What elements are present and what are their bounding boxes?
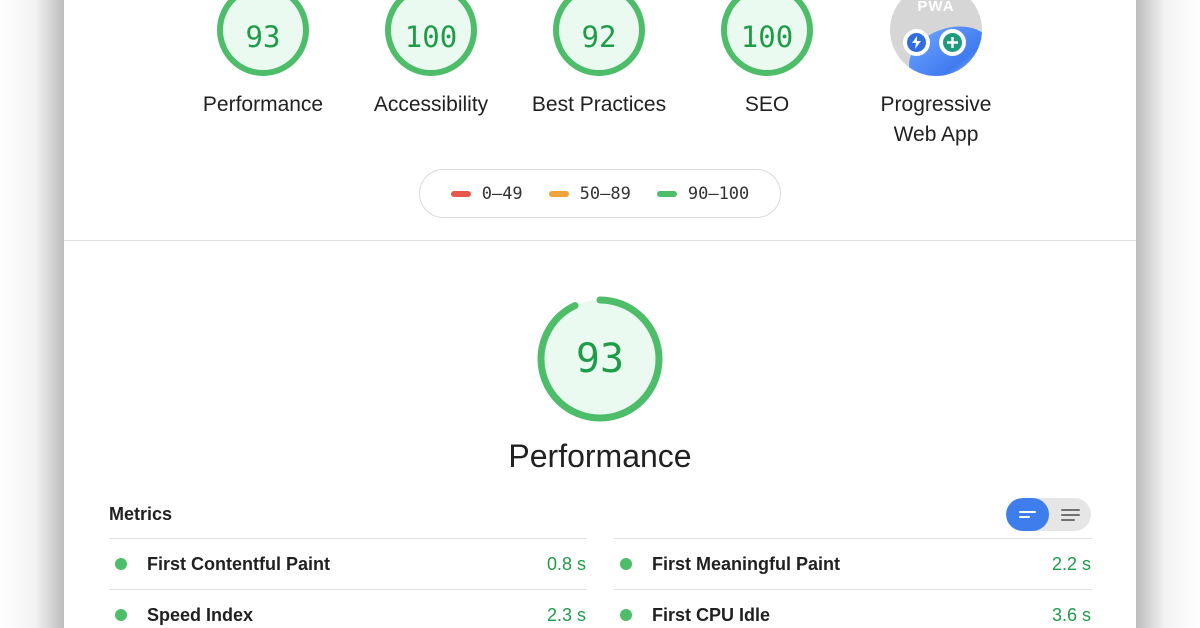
metric-row[interactable]: Speed Index 2.3 s <box>109 589 587 628</box>
legend-range: 0–49 <box>481 183 523 204</box>
gauge-accessibility[interactable]: 100 Accessibility <box>356 0 506 120</box>
metrics-heading: Metrics <box>109 504 173 524</box>
gauge-score: 100 <box>721 0 813 76</box>
metric-name: First Contentful Paint <box>147 553 330 574</box>
gauge-seo[interactable]: 100 SEO <box>692 0 842 120</box>
metric-row[interactable]: First CPU Idle 3.6 s <box>614 589 1092 628</box>
pass-indicator-icon <box>620 558 632 570</box>
gauge-score: 93 <box>217 0 309 76</box>
pwa-label-line2: Web App <box>893 123 979 146</box>
metric-value: 2.2 s <box>1051 553 1091 574</box>
gauge-label: Progressive Web App <box>861 90 1011 150</box>
metrics-view-toggle[interactable] <box>1006 498 1091 531</box>
metric-row[interactable]: First Contentful Paint 0.8 s <box>109 538 587 589</box>
legend-swatch <box>656 190 677 197</box>
score-legend: 0–49 50–89 90–100 <box>419 169 781 218</box>
pwa-badge-text: PWA <box>917 0 955 15</box>
gauge-score: 100 <box>385 0 477 76</box>
pwa-label-line1: Progressive <box>880 93 992 116</box>
pass-indicator-icon <box>115 609 127 621</box>
legend-swatch <box>450 190 471 197</box>
metric-name: Speed Index <box>147 604 254 625</box>
legend-swatch <box>548 190 569 197</box>
legend-item-pass: 90–100 <box>656 183 750 204</box>
metric-row[interactable]: First Meaningful Paint 2.2 s <box>614 538 1092 589</box>
metric-value: 3.6 s <box>1051 604 1091 625</box>
metric-value: 2.3 s <box>546 604 586 625</box>
metric-name: First Meaningful Paint <box>652 553 841 574</box>
pwa-badge: PWA <box>890 0 982 76</box>
pass-indicator-icon <box>620 609 632 621</box>
gauge-best-practices[interactable]: 92 Best Practices <box>524 0 674 120</box>
page-shadow-right <box>1136 0 1200 628</box>
gauge-label: SEO <box>744 93 790 116</box>
lightning-icon <box>903 29 930 56</box>
metric-name: First CPU Idle <box>652 604 771 625</box>
gauge-label: Accessibility <box>373 93 489 116</box>
gauge-performance[interactable]: 93 Performance <box>188 0 338 120</box>
compact-view-icon[interactable] <box>1006 498 1049 531</box>
metrics-column-right: First Meaningful Paint 2.2 s First CPU I… <box>614 538 1092 628</box>
legend-range: 90–100 <box>687 183 750 204</box>
performance-title: Performance <box>508 438 692 474</box>
pass-indicator-icon <box>115 558 127 570</box>
legend-range: 50–89 <box>579 183 631 204</box>
gauge-score: 92 <box>553 0 645 76</box>
gauge-pwa[interactable]: PWA Progressive Web App <box>861 0 1011 150</box>
performance-score: 93 <box>575 336 625 382</box>
legend-item-fail: 0–49 <box>450 183 523 204</box>
metric-value: 0.8 s <box>546 553 586 574</box>
lighthouse-report: 93 Performance 100 Accessibility 92 Best… <box>64 0 1136 628</box>
expanded-view-icon[interactable] <box>1049 498 1091 531</box>
section-divider <box>64 240 1136 241</box>
gauge-label: Best Practices <box>531 93 667 116</box>
gauge-label: Performance <box>202 93 324 116</box>
legend-item-average: 50–89 <box>548 183 631 204</box>
plus-icon <box>939 29 966 56</box>
metrics-column-left: First Contentful Paint 0.8 s Speed Index… <box>109 538 587 628</box>
page-shadow-left <box>0 0 64 628</box>
